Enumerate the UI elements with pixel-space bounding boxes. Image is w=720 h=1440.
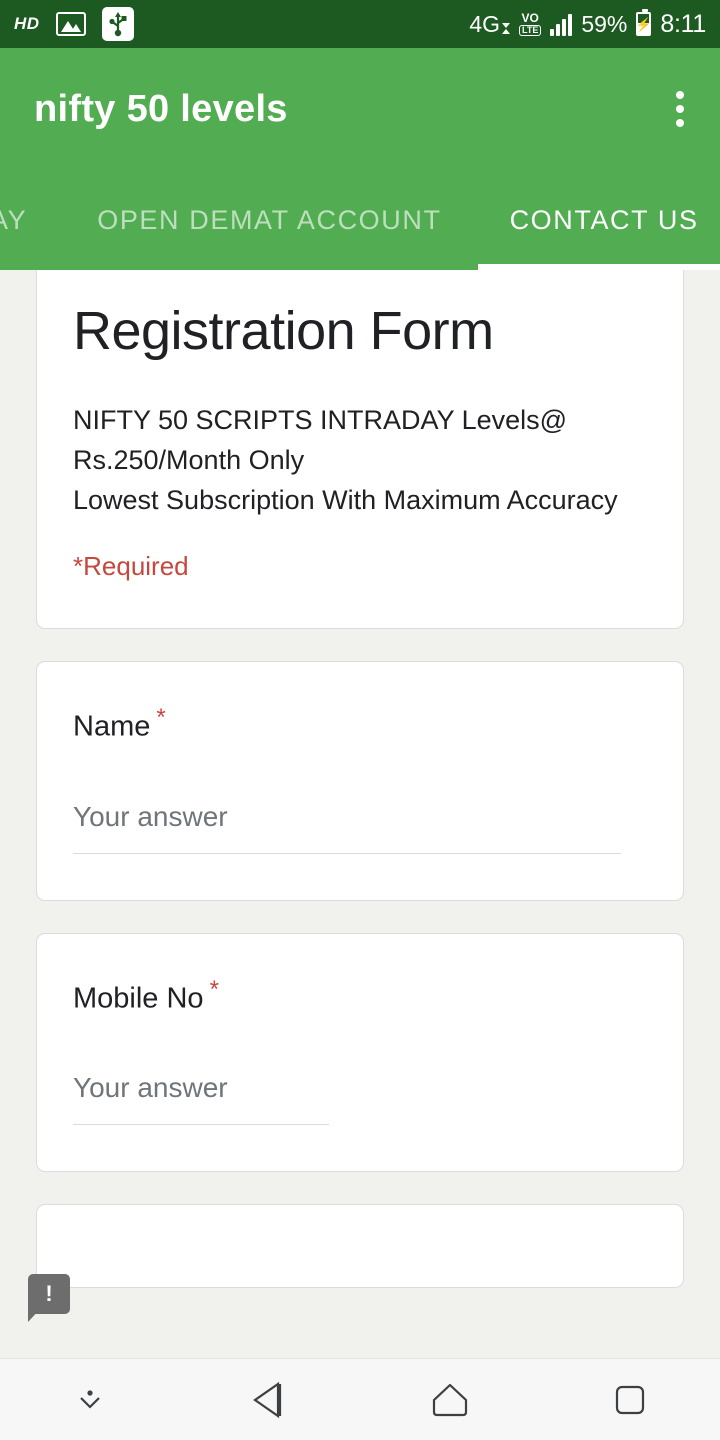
volte-top-label: VO: [521, 11, 539, 25]
required-note: *Required: [73, 551, 189, 582]
signal-bars-icon: [550, 12, 573, 36]
form-header-card: Registration Form NIFTY 50 SCRIPTS INTRA…: [36, 270, 684, 630]
tab-bar[interactable]: AY OPEN DEMAT ACCOUNT CONTACT US: [0, 170, 720, 270]
question-label-name: Name *: [73, 704, 647, 744]
required-asterisk: *: [209, 975, 219, 1003]
back-icon[interactable]: [180, 1378, 360, 1422]
tab-contact-us-label: CONTACT US: [509, 204, 699, 235]
clock-label: 8:11: [660, 9, 706, 38]
battery-charging-icon: ⚡: [636, 9, 652, 36]
status-bar-left-icons: HD: [14, 7, 134, 41]
volte-icon: VO LTE: [519, 11, 542, 36]
required-asterisk: *: [156, 704, 166, 732]
volte-bottom-label: LTE: [519, 25, 542, 36]
hd-label: HD: [14, 14, 40, 33]
image-icon: [55, 12, 86, 36]
network-type-label: 4G: [469, 10, 500, 37]
page-title: Registration Form: [73, 301, 494, 361]
status-bar: HD 4G VO LTE 59% ⚡ 8:11: [0, 0, 720, 48]
tab-contact-us[interactable]: CONTACT US: [477, 170, 720, 270]
form-description-line-2: Lowest Subscription With Maximum Accurac…: [73, 485, 618, 516]
phone-screen: HD 4G VO LTE 59% ⚡ 8:11 nifty 50 levels …: [0, 0, 720, 1440]
android-navigation-bar[interactable]: [0, 1358, 720, 1440]
tab-open-demat-account[interactable]: OPEN DEMAT ACCOUNT: [61, 170, 477, 270]
usb-icon: [101, 7, 134, 41]
recents-icon[interactable]: [540, 1380, 720, 1420]
app-title: nifty 50 levels: [34, 87, 288, 130]
status-bar-right-icons: 4G VO LTE 59% ⚡ 8:11: [469, 9, 706, 39]
exclamation-glyph: !: [45, 1281, 53, 1306]
form-description: NIFTY 50 SCRIPTS INTRADAY Levels@ Rs.250…: [73, 401, 647, 521]
home-icon[interactable]: [360, 1378, 540, 1422]
more-vert-icon[interactable]: [668, 81, 692, 137]
data-transfer-arrows-icon: [502, 22, 510, 36]
question-label-mobile-no-text: Mobile No: [73, 982, 204, 1015]
network-type-indicator: 4G: [469, 10, 510, 37]
exclamation-icon[interactable]: !: [28, 1274, 70, 1322]
app-bar: nifty 50 levels: [0, 48, 720, 170]
question-card-name: Name * Your answer: [36, 661, 684, 901]
question-label-name-text: Name: [73, 710, 151, 743]
question-label-mobile-no: Mobile No *: [73, 976, 647, 1016]
question-card-next-partial: [36, 1204, 684, 1289]
question-card-mobile-no: Mobile No * Your answer: [36, 932, 684, 1173]
name-input[interactable]: Your answer: [73, 801, 621, 854]
tab-open-demat-account-label: OPEN DEMAT ACCOUNT: [97, 204, 442, 235]
hide-keyboard-icon[interactable]: [0, 1384, 180, 1416]
battery-percent-label: 59%: [581, 10, 628, 37]
tab-partial-label: AY: [0, 204, 28, 235]
form-scroll-area[interactable]: Registration Form NIFTY 50 SCRIPTS INTRA…: [0, 270, 720, 1358]
mobile-no-input[interactable]: Your answer: [73, 1072, 329, 1126]
form-description-line-1: NIFTY 50 SCRIPTS INTRADAY Levels@ Rs.250…: [73, 405, 568, 476]
tab-partial[interactable]: AY: [0, 170, 61, 270]
